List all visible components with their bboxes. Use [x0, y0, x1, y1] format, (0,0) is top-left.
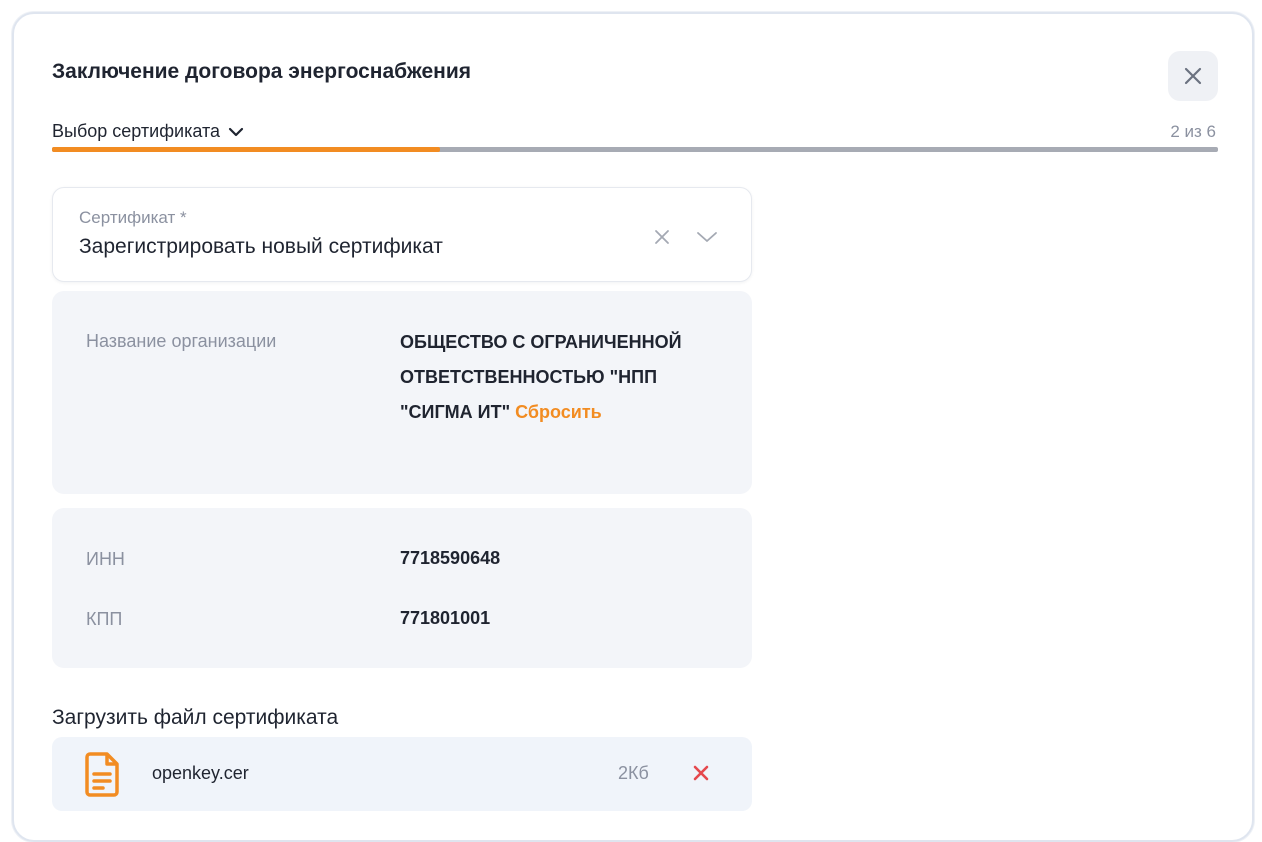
step-progress-fill	[52, 147, 441, 152]
inn-value: 7718590648	[400, 548, 501, 568]
uploaded-file: openkey.cer 2Кб	[52, 737, 752, 811]
certificate-select-label: Сертификат *	[79, 208, 187, 227]
kpp-label: КПП	[86, 609, 123, 629]
file-size: 2Кб	[618, 763, 649, 783]
chevron-down-icon	[228, 127, 244, 136]
step-counter: 2 из 6	[1170, 122, 1216, 141]
contract-dialog: Заключение договора энергоснабжения Выбо…	[12, 12, 1254, 842]
close-button[interactable]	[1168, 51, 1218, 101]
document-icon	[85, 752, 119, 797]
file-name: openkey.cer	[152, 763, 249, 783]
certificate-select-value: Зарегистрировать новый сертификат	[79, 235, 443, 258]
organization-panel: Название организации ОБЩЕСТВО С ОГРАНИЧЕ…	[52, 291, 752, 494]
step-label: Выбор сертификата	[52, 121, 221, 141]
clear-icon[interactable]	[653, 228, 671, 246]
inn-label: ИНН	[86, 549, 125, 569]
kpp-value: 771801001	[400, 608, 491, 628]
reset-link[interactable]: Сбросить	[515, 402, 602, 422]
organization-value: ОБЩЕСТВО С ОГРАНИЧЕННОЙ ОТВЕТСТВЕННОСТЬЮ…	[400, 325, 730, 430]
close-icon	[1184, 67, 1202, 85]
remove-icon[interactable]	[692, 764, 710, 782]
chevron-down-icon[interactable]	[695, 228, 719, 246]
organization-label: Название организации	[86, 331, 277, 351]
step-selector[interactable]: Выбор сертификата	[52, 121, 244, 142]
step-progress-bar	[52, 147, 1218, 152]
requisites-panel: ИНН 7718590648 КПП 771801001	[52, 508, 752, 668]
dialog-title: Заключение договора энергоснабжения	[52, 60, 471, 83]
upload-title: Загрузить файл сертификата	[52, 706, 339, 729]
certificate-select[interactable]: Сертификат * Зарегистрировать новый серт…	[52, 187, 752, 282]
